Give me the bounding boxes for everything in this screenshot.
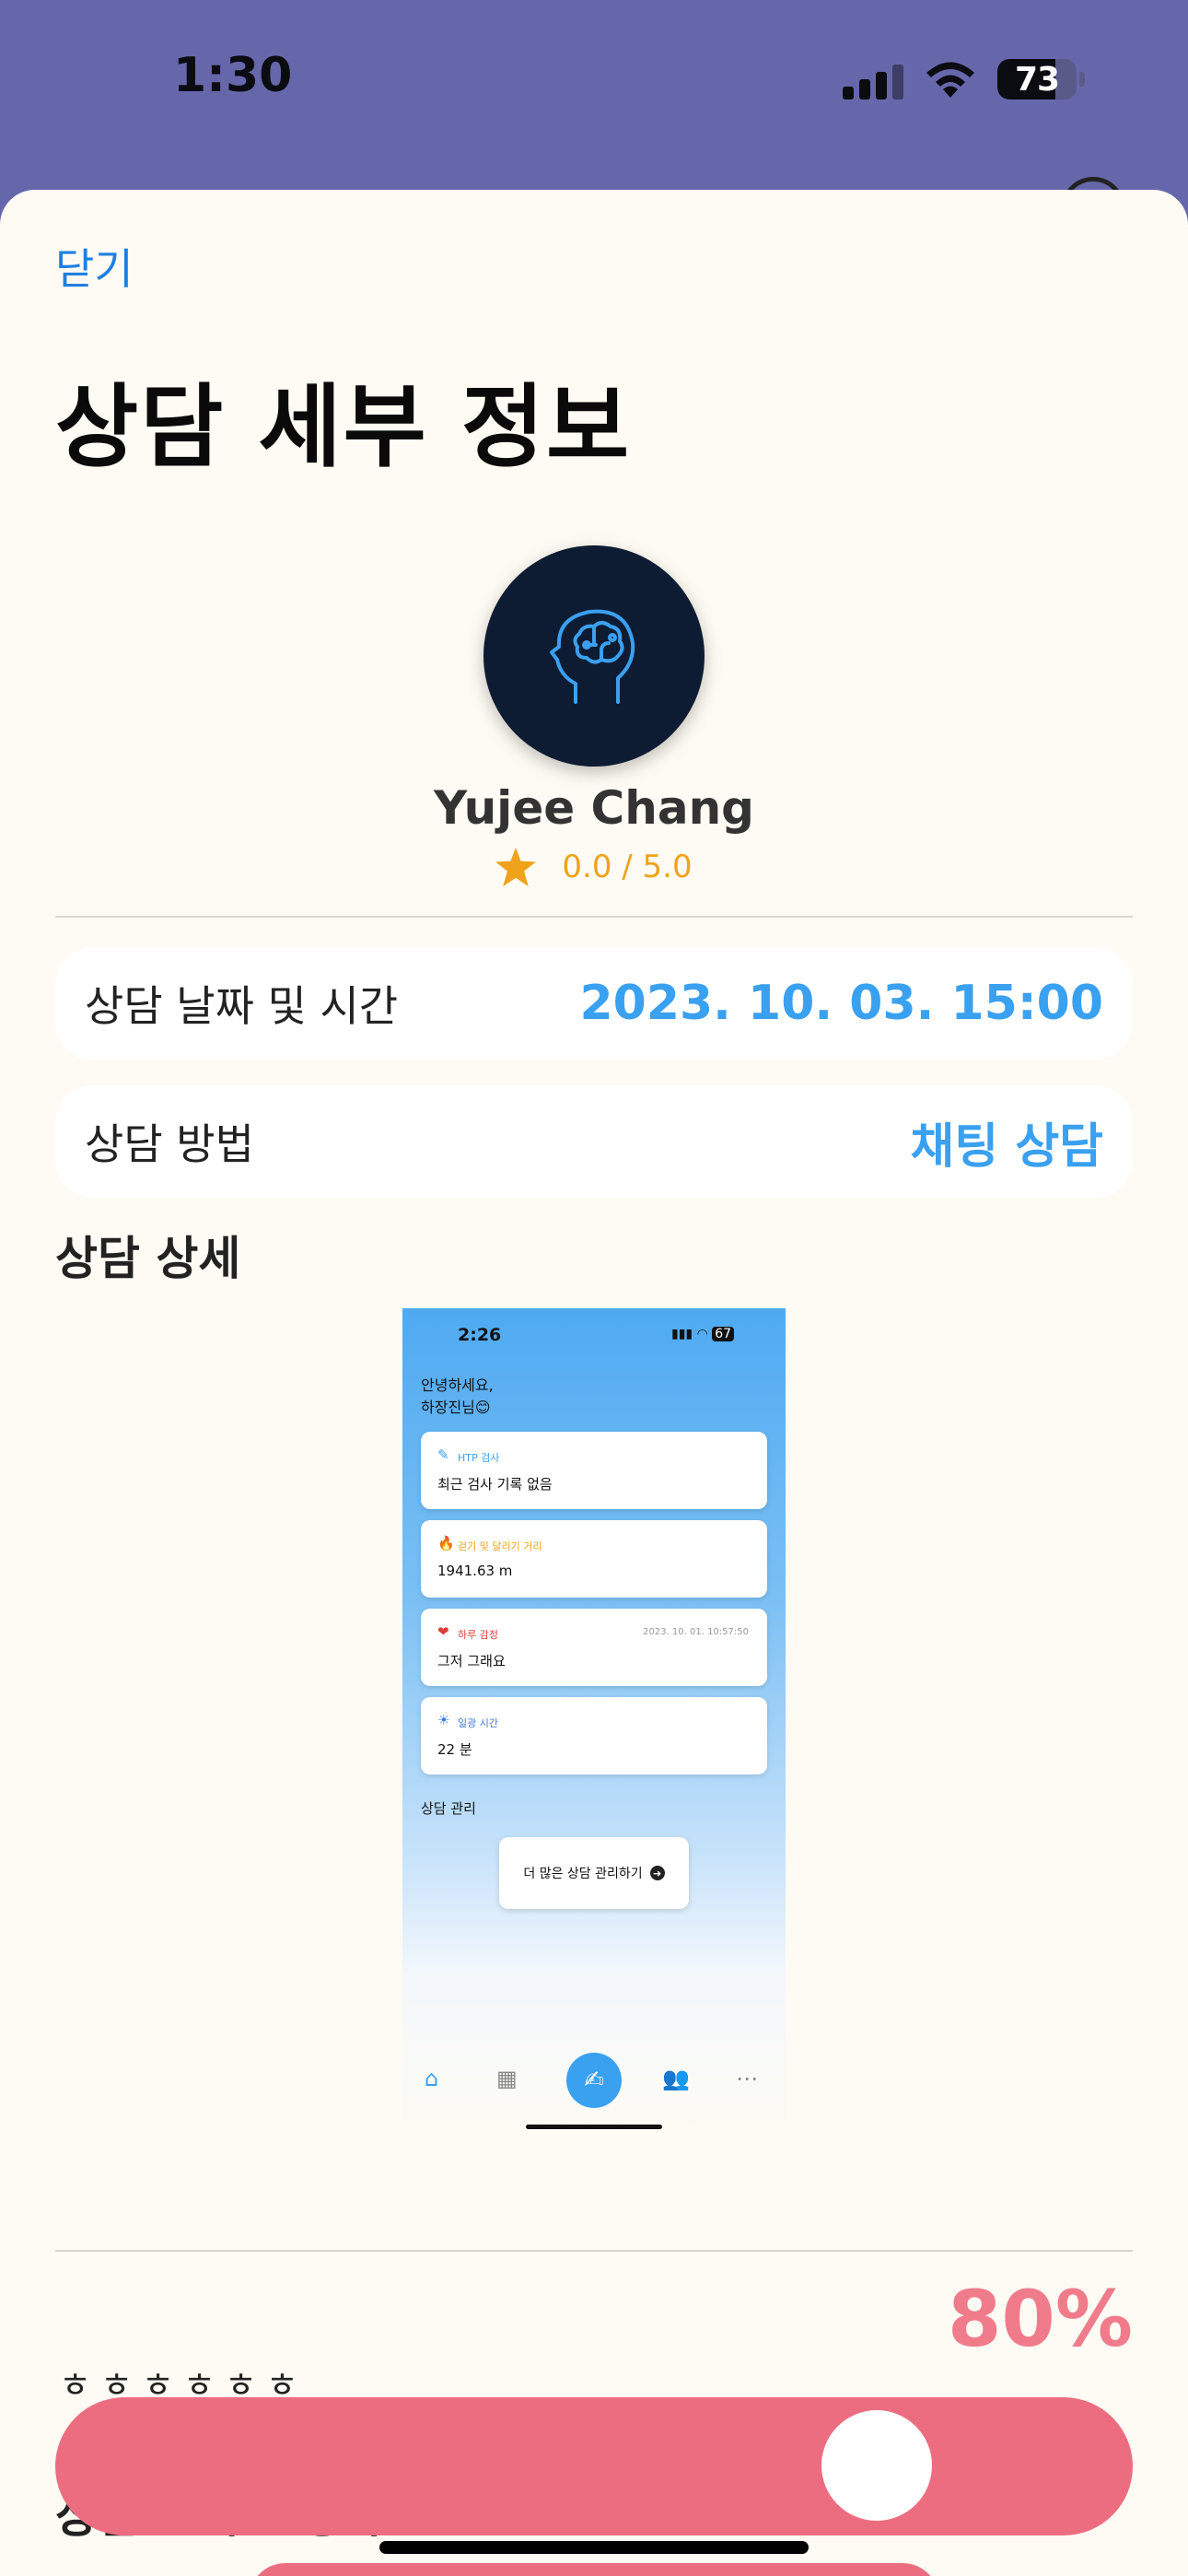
embedded-card-emotion: ❤ 하루 감정 2023. 10. 01. 10:57:50 그저 그래요 (421, 1609, 767, 1686)
embedded-wifi-icon: ◠ (696, 1327, 713, 1341)
cellular-signal-icon (843, 64, 903, 100)
attached-screenshot[interactable]: 2:26 ▮▮▮ ◠ 67 안녕하세요, 하장진님😊 ✎ HTP 검사 최근 검… (402, 1308, 786, 2145)
flame-icon: 🔥 (437, 1535, 455, 1551)
card-value: 22 분 (437, 1741, 472, 1758)
wifi-icon (926, 62, 974, 98)
sun-icon: ☀ (437, 1712, 450, 1728)
more-icon: ⋯ (736, 2066, 758, 2091)
arrow-right-icon: ➜ (649, 1866, 665, 1880)
calendar-icon: ▦ (496, 2066, 518, 2091)
heart-icon: ❤ (437, 1623, 449, 1640)
embedded-time: 2:26 (458, 1325, 502, 1345)
card-title: 걷기 및 달리기 거리 (458, 1540, 542, 1552)
info-row-method: 상담 방법 채팅 상담 (55, 1085, 1133, 1198)
satisfaction-percent: 80% (947, 2274, 1133, 2364)
brain-head-icon (550, 609, 635, 704)
datetime-value: 2023. 10. 03. 15:00 (579, 976, 1103, 1031)
home-icon: ⌂ (425, 2066, 439, 2091)
divider (55, 916, 1133, 918)
card-value: 그저 그래요 (437, 1653, 506, 1669)
people-icon: 👥 (662, 2066, 690, 2091)
greeting-name: 하장진님😊 (421, 1399, 491, 1416)
info-row-datetime: 상담 날짜 및 시간 2023. 10. 03. 15:00 (55, 947, 1133, 1060)
embedded-battery: 67 (712, 1327, 735, 1341)
card-title: 일광 시간 (458, 1717, 498, 1729)
card-title: HTP 검사 (458, 1452, 500, 1464)
card-date: 2023. 10. 01. 10:57:50 (643, 1627, 749, 1637)
close-button[interactable]: 닫기 (55, 236, 134, 297)
rating-text: 0.0 / 5.0 (562, 849, 693, 885)
embedded-tab-bar: ⌂ ▦ ✍ 👥 ⋯ (402, 2053, 786, 2108)
status-time: 1:30 (173, 48, 293, 103)
battery-icon: 73 (997, 59, 1077, 100)
embedded-greeting: 안녕하세요, 하장진님😊 (421, 1375, 494, 1419)
detail-section-title: 상담 상세 (55, 1232, 241, 1285)
datetime-label: 상담 날짜 및 시간 (85, 981, 399, 1031)
battery-level: 73 (1014, 61, 1060, 99)
counselor-name: Yujee Chang (434, 781, 754, 835)
home-indicator (379, 2541, 809, 2554)
embedded-status-icons: ▮▮▮ ◠ 67 (671, 1327, 735, 1341)
satisfaction-slider[interactable] (55, 2397, 1133, 2535)
status-bar: 1:30 73 (0, 0, 1188, 184)
more-label: 더 많은 상담 관리하기 (523, 1867, 643, 1881)
rating-row: 0.0 / 5.0 (0, 848, 1188, 886)
embedded-card-daylight: ☀ 일광 시간 22 분 (421, 1697, 767, 1774)
card-title: 하루 감정 (458, 1629, 498, 1641)
counselor-avatar (483, 545, 705, 767)
pencil-icon: ✎ (437, 1446, 449, 1463)
method-label: 상담 방법 (85, 1119, 254, 1169)
greeting-line: 안녕하세요, (421, 1376, 494, 1394)
slider-thumb[interactable] (821, 2410, 932, 2521)
card-value: 최근 검사 기록 없음 (437, 1476, 553, 1493)
embedded-card-htp: ✎ HTP 검사 최근 검사 기록 없음 (421, 1432, 767, 1509)
embedded-home-indicator (526, 2125, 662, 2129)
embedded-signal-icon: ▮▮▮ (671, 1327, 697, 1341)
detail-sheet: 닫기 상담 세부 정보 Yujee Chang 0.0 / 5.0 상담 날짜 … (0, 190, 1188, 2576)
battery-tip (1079, 72, 1085, 87)
method-value: 채팅 상담 (910, 1118, 1103, 1175)
embedded-section-title: 상담 관리 (421, 1800, 476, 1817)
star-icon (495, 848, 537, 886)
page-title: 상담 세부 정보 (55, 375, 632, 480)
submit-button[interactable] (249, 2563, 939, 2576)
card-value: 1941.63 m (437, 1563, 513, 1579)
divider (55, 2250, 1133, 2252)
embedded-card-distance: 🔥 걷기 및 달리기 거리 1941.63 m (421, 1520, 767, 1598)
embedded-more-button: 더 많은 상담 관리하기 ➜ (499, 1837, 689, 1909)
draw-icon: ✍ (566, 2053, 622, 2108)
